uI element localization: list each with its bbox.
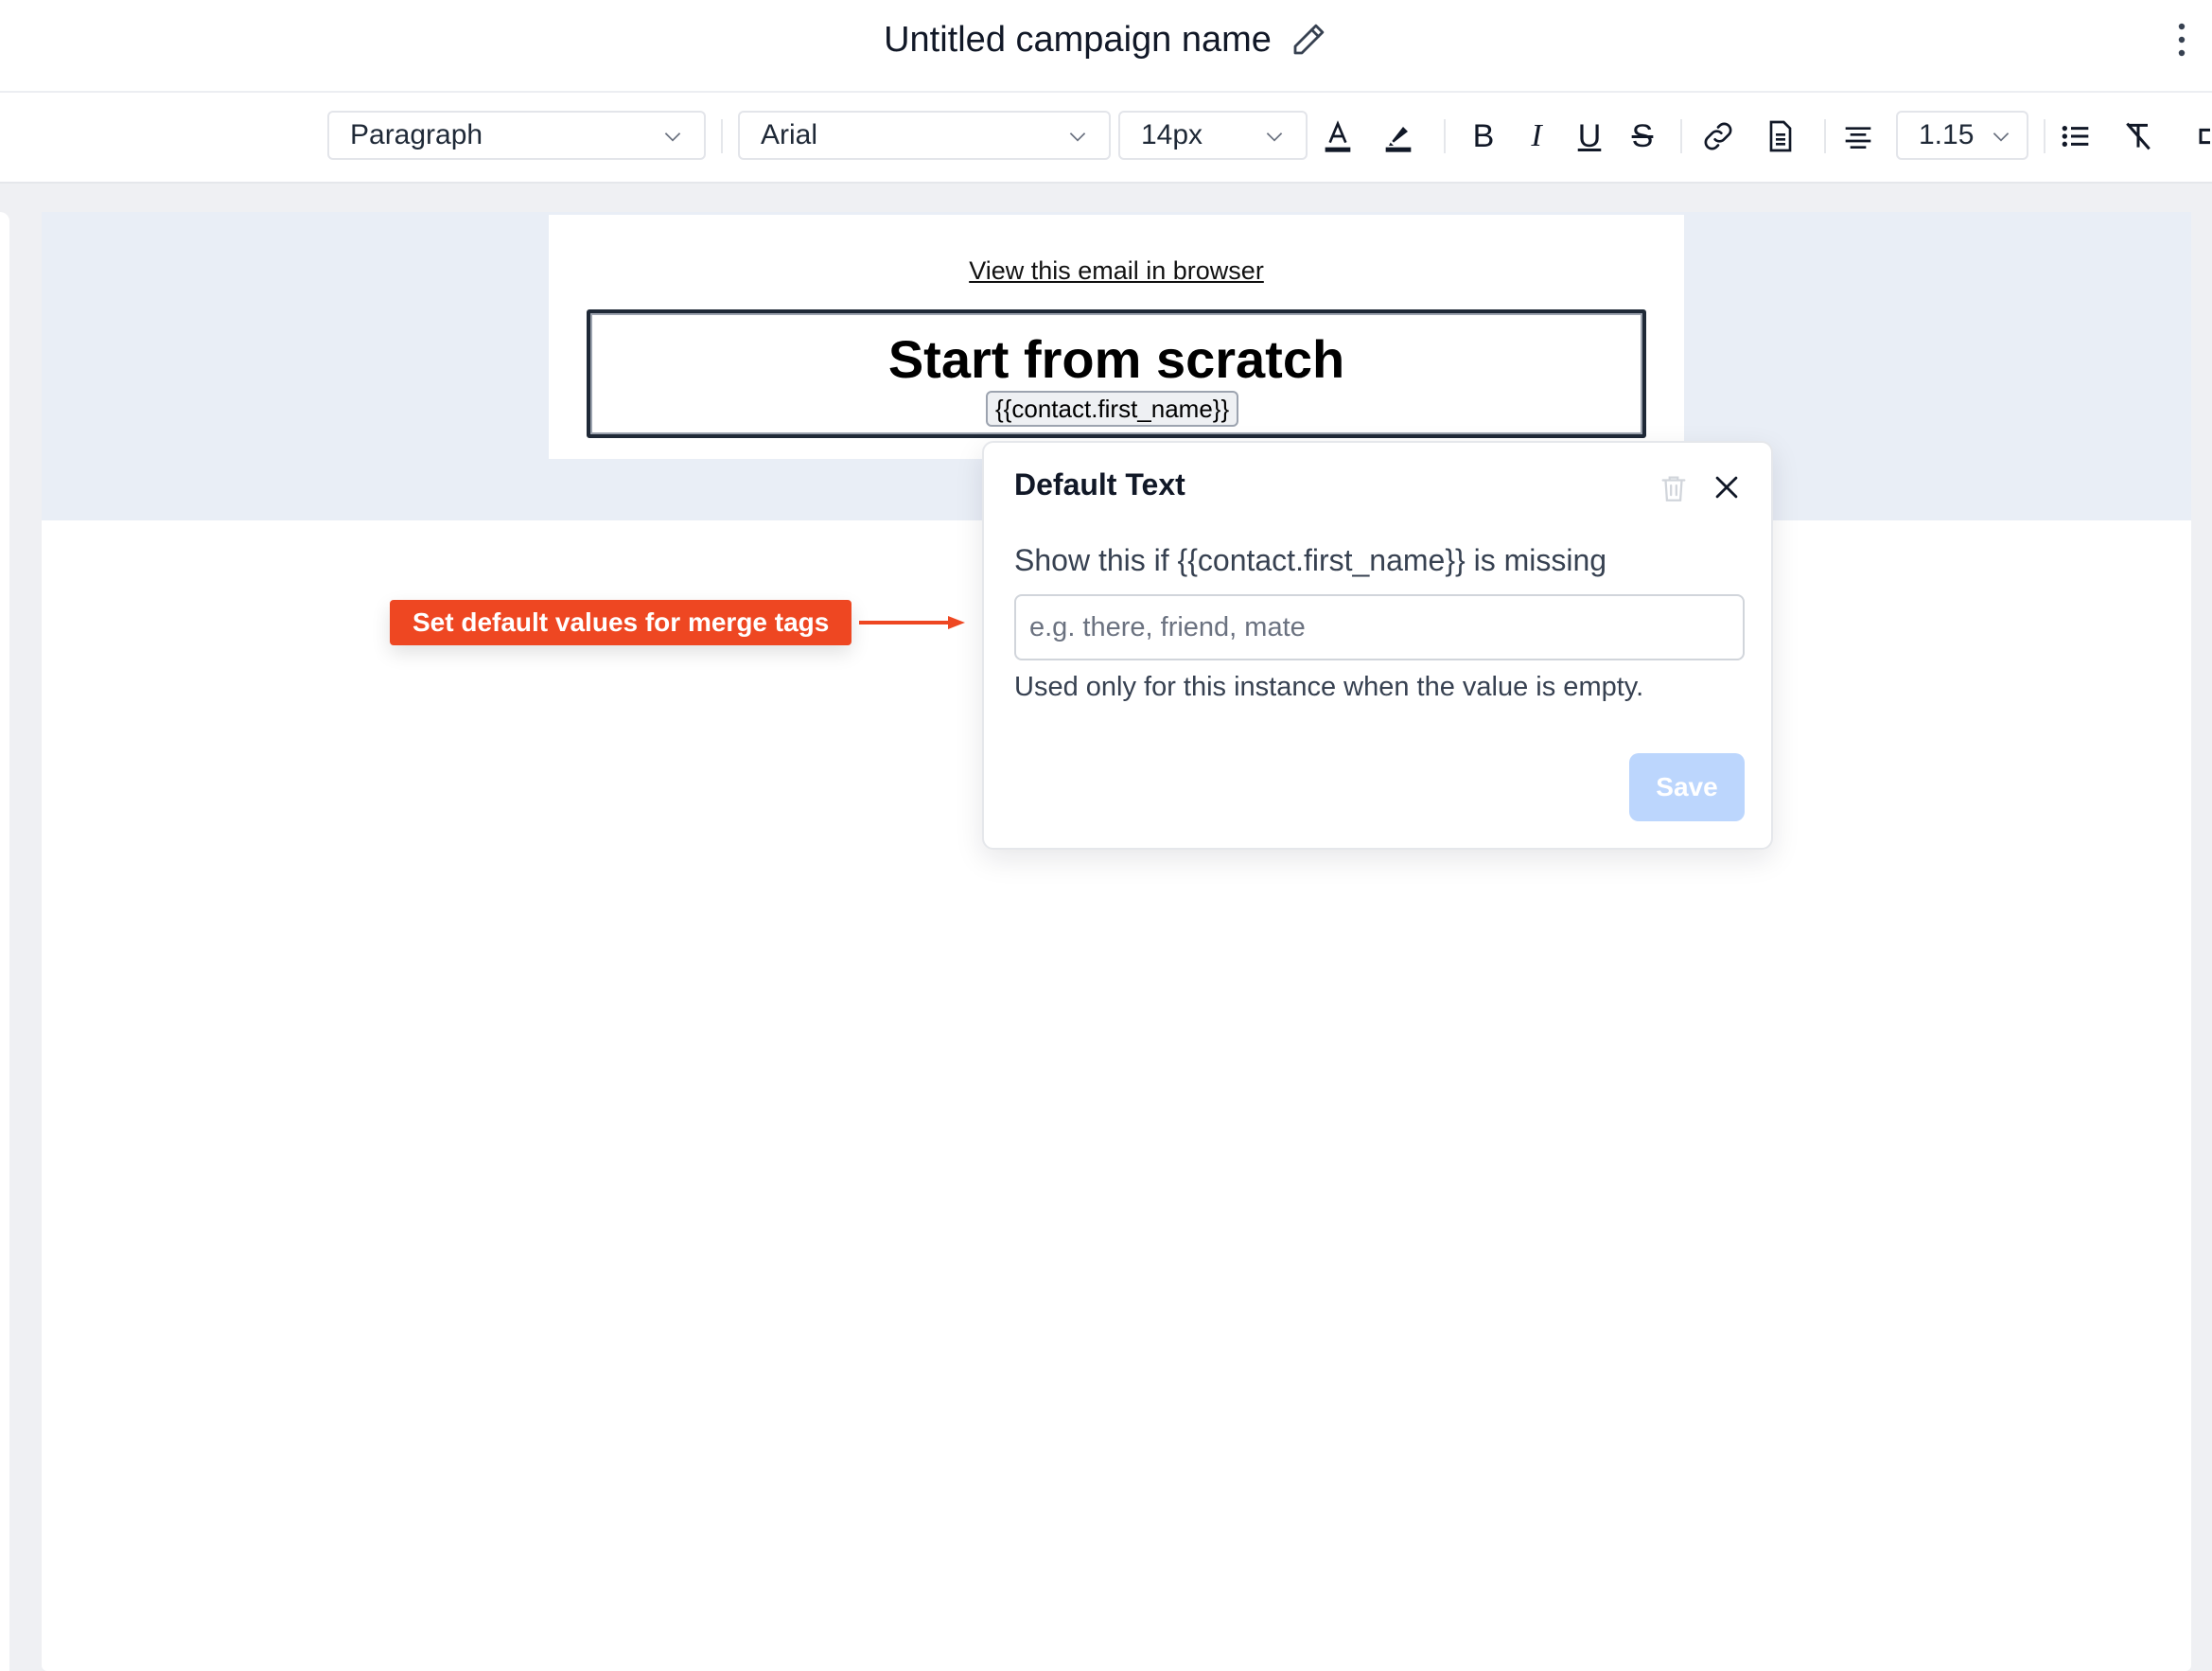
campaign-title[interactable]: Untitled campaign name	[884, 20, 1272, 61]
font-family-select[interactable]: Arial	[738, 111, 1111, 160]
line-height-select[interactable]: 1.15	[1896, 111, 2028, 160]
left-side-panel	[0, 212, 9, 1671]
align-center-icon	[1845, 127, 1871, 149]
font-size-value: 14px	[1141, 119, 1203, 150]
bullet-list-button[interactable]	[2053, 114, 2098, 159]
strikethrough-icon: S	[1631, 118, 1654, 154]
font-size-select[interactable]: 14px	[1118, 111, 1308, 160]
clear-formatting-button[interactable]	[2115, 114, 2161, 159]
link-icon	[1704, 122, 1732, 150]
kebab-menu-icon[interactable]	[2163, 19, 2201, 61]
document-icon	[1769, 120, 1792, 152]
bold-button[interactable]: B	[1461, 114, 1506, 159]
campaign-title-bar: Untitled campaign name	[0, 0, 2212, 79]
more-tools-button[interactable]	[2189, 114, 2212, 159]
text-color-button[interactable]	[1315, 114, 1361, 159]
chevron-down-icon	[1993, 132, 2010, 142]
view-in-browser-link[interactable]: View this email in browser	[549, 256, 1684, 286]
block-type-value: Paragraph	[350, 119, 483, 150]
save-button[interactable]: Save	[1629, 753, 1745, 821]
bullet-list-icon	[2062, 126, 2089, 147]
email-body: View this email in browser Start from sc…	[549, 215, 1684, 459]
popover-title: Default Text	[1014, 467, 1185, 501]
highlighter-icon	[1385, 127, 1412, 152]
font-family-value: Arial	[761, 119, 818, 150]
trash-icon[interactable]	[1658, 471, 1690, 505]
italic-button[interactable]: I	[1514, 114, 1559, 159]
close-icon[interactable]	[1711, 471, 1743, 503]
annotation-callout: Set default values for merge tags	[390, 600, 852, 645]
pencil-icon[interactable]	[1289, 20, 1328, 60]
underline-icon: U	[1577, 118, 1602, 154]
clear-formatting-icon	[2126, 122, 2151, 150]
arrow-right-icon	[859, 616, 965, 629]
highlight-color-button[interactable]	[1376, 114, 1421, 159]
chevron-down-icon	[1266, 132, 1283, 142]
toolbar-divider	[1824, 119, 1826, 153]
toolbar-divider	[721, 119, 723, 153]
default-value-input[interactable]	[1014, 594, 1745, 660]
chevron-down-icon	[664, 132, 681, 142]
toolbar-divider	[1444, 119, 1446, 153]
link-button[interactable]	[1695, 114, 1741, 159]
email-heading[interactable]: Start from scratch	[590, 328, 1642, 390]
toolbar-divider	[2044, 119, 2045, 153]
formatting-toolbar: Paragraph Arial 14px B I U S 1.15	[0, 93, 2212, 184]
selected-text-block[interactable]: Start from scratch {{contact.first_name}…	[587, 309, 1646, 438]
bold-icon: B	[1472, 118, 1495, 154]
helper-text: Used only for this instance when the val…	[1014, 672, 1644, 702]
fallback-prompt: Show this if {{contact.first_name}} is m…	[1014, 543, 1607, 577]
underline-button[interactable]: U	[1567, 114, 1612, 159]
line-height-value: 1.15	[1919, 119, 1975, 150]
merge-tag-chip[interactable]: {{contact.first_name}}	[986, 391, 1239, 427]
chevron-down-icon	[1069, 132, 1086, 142]
italic-icon: I	[1531, 118, 1542, 153]
toolbar-divider	[1680, 119, 1682, 153]
text-color-icon	[1325, 120, 1351, 152]
app-header: Untitled campaign name	[0, 0, 2212, 93]
block-type-select[interactable]: Paragraph	[327, 111, 706, 160]
insert-document-button[interactable]	[1758, 114, 1803, 159]
default-text-popover: Default Text Show this if {{contact.firs…	[982, 441, 1773, 850]
strikethrough-button[interactable]: S	[1620, 114, 1665, 159]
align-center-button[interactable]	[1835, 114, 1881, 159]
overflow-tool-icon	[2199, 128, 2210, 145]
